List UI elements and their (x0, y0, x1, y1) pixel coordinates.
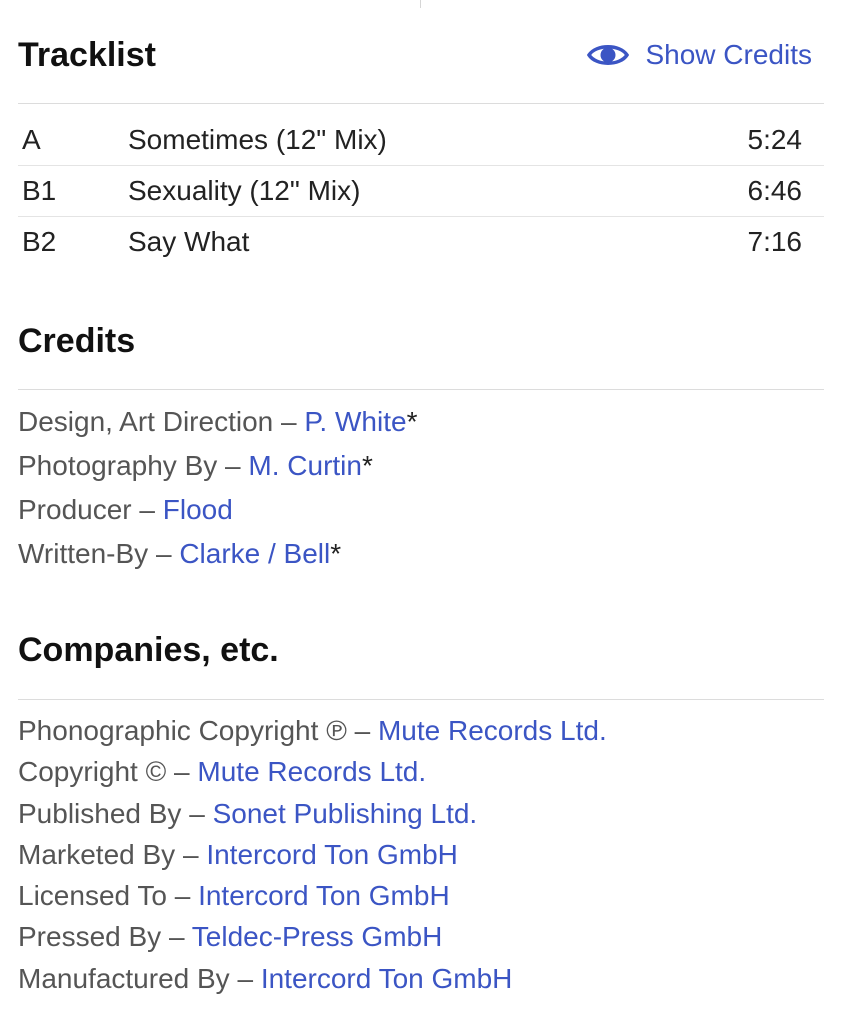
credits-divider (18, 389, 824, 390)
company-line: Phonographic Copyright ℗ – Mute Records … (18, 710, 824, 751)
tracklist-table: A Sometimes (12" Mix) 5:24 B1 Sexuality … (18, 115, 824, 267)
company-link[interactable]: Teldec-Press GmbH (192, 921, 443, 952)
company-separator: – (346, 715, 378, 746)
credit-artist-link[interactable]: M. Curtin (248, 450, 362, 481)
track-row[interactable]: A Sometimes (12" Mix) 5:24 (18, 115, 824, 166)
track-row[interactable]: B2 Say What 7:16 (18, 217, 824, 267)
companies-title: Companies, etc. (18, 630, 279, 669)
company-line: Published By – Sonet Publishing Ltd. (18, 793, 824, 834)
credit-suffix: * (330, 538, 342, 569)
company-separator: – (229, 962, 261, 994)
credit-role: Written-By (18, 538, 149, 569)
tracklist-title: Tracklist (18, 35, 156, 74)
credit-line: Design, Art Direction – P. White* (18, 400, 824, 444)
company-line: Marketed By – Intercord Ton GmbH (18, 834, 824, 875)
credit-separator: – (273, 406, 305, 437)
company-link[interactable]: Intercord Ton GmbH (261, 963, 513, 994)
company-link[interactable]: Mute Records Ltd. (378, 715, 607, 746)
tracklist-header: Tracklist Show Credits (18, 28, 824, 82)
credit-role: Design, Art Direction (18, 406, 274, 437)
track-position: B1 (22, 175, 57, 206)
credit-artist-link[interactable]: Clarke / Bell (179, 538, 330, 569)
company-role: Copyright © (18, 756, 167, 788)
companies-divider (18, 699, 824, 700)
company-role: Published By (18, 797, 182, 829)
track-position: B2 (22, 226, 57, 257)
company-line: Pressed By – Teldec-Press GmbH (18, 916, 824, 957)
company-role: Phonographic Copyright ℗ (18, 715, 347, 746)
company-role: Marketed By (18, 838, 176, 870)
company-link[interactable]: Sonet Publishing Ltd. (213, 798, 478, 829)
company-line: Licensed To – Intercord Ton GmbH (18, 875, 824, 916)
company-line: Manufactured By – Intercord Ton GmbH (18, 958, 824, 999)
track-position: A (22, 124, 41, 155)
company-link[interactable]: Mute Records Ltd. (197, 756, 426, 787)
company-separator: – (166, 756, 198, 788)
credit-line: Written-By – Clarke / Bell* (18, 532, 824, 576)
credit-artist-link[interactable]: Flood (163, 494, 233, 525)
credit-role: Photography By (18, 450, 218, 481)
credit-artist-link[interactable]: P. White (304, 406, 406, 437)
tracklist-divider (18, 103, 824, 104)
credits-list: Design, Art Direction – P. White* Photog… (18, 400, 824, 576)
top-divider (420, 0, 421, 8)
credit-role: Producer (18, 494, 132, 525)
credit-separator: – (148, 538, 180, 569)
credit-suffix: * (406, 406, 418, 437)
credits-header: Credits (18, 316, 824, 366)
track-duration: 7:16 (747, 226, 803, 257)
company-role: Manufactured By (18, 962, 230, 994)
show-credits-label: Show Credits (645, 39, 812, 70)
company-role: Pressed By (18, 921, 162, 953)
credit-separator: – (217, 450, 249, 481)
release-details-page: Tracklist Show Credits A Sometimes (12" … (0, 0, 842, 1024)
company-role: Licensed To (18, 880, 167, 912)
eye-icon (587, 41, 630, 69)
credit-line: Producer – Flood (18, 488, 824, 532)
credits-title: Credits (18, 321, 136, 360)
companies-list: Phonographic Copyright ℗ – Mute Records … (18, 710, 824, 999)
credit-suffix: * (361, 450, 373, 481)
company-separator: – (175, 838, 207, 870)
show-credits-button[interactable]: Show Credits (587, 39, 812, 71)
track-duration: 5:24 (747, 124, 803, 155)
company-link[interactable]: Intercord Ton GmbH (198, 880, 450, 911)
track-title: Sexuality (12" Mix) (128, 175, 361, 206)
track-title: Sometimes (12" Mix) (128, 124, 387, 155)
credit-separator: – (131, 494, 163, 525)
company-separator: – (181, 797, 213, 829)
company-separator: – (161, 921, 192, 953)
company-line: Copyright © – Mute Records Ltd. (18, 751, 824, 792)
track-row[interactable]: B1 Sexuality (12" Mix) 6:46 (18, 166, 824, 217)
track-title: Say What (128, 226, 250, 257)
company-link[interactable]: Intercord Ton GmbH (206, 839, 458, 870)
credit-line: Photography By – M. Curtin* (18, 444, 824, 488)
companies-header: Companies, etc. (18, 625, 824, 675)
company-separator: – (166, 880, 199, 912)
track-duration: 6:46 (747, 175, 803, 206)
